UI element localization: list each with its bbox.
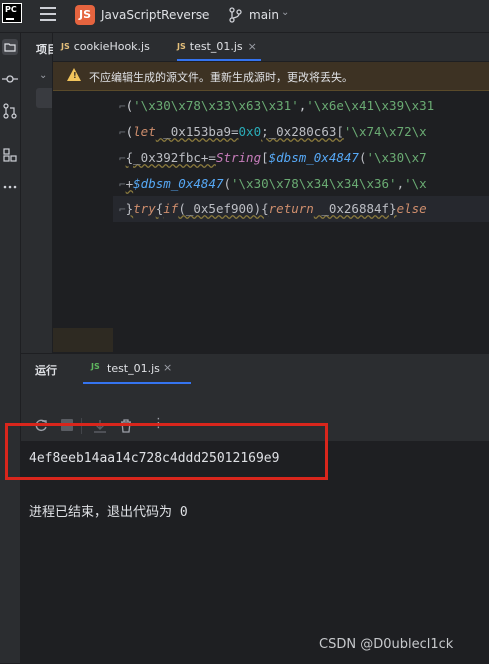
code-line[interactable]: ⌐+$dbsm_0x4847('\x30\x78\x34\x34\x36','\…	[119, 173, 427, 195]
logo-text: PC	[5, 5, 17, 14]
code-line[interactable]: ⌐(let _0x153ba9=0x0;_0x280c63['\x74\x72\…	[119, 121, 427, 143]
project-panel	[21, 33, 53, 353]
project-tree-selection[interactable]	[36, 88, 52, 108]
structure-icon[interactable]	[2, 147, 18, 163]
commit-icon[interactable]	[2, 71, 18, 87]
project-badge[interactable]: JS	[75, 5, 95, 25]
tab-test-01[interactable]: JS test_01.js ×	[177, 33, 261, 61]
run-tab-label: test_01.js	[107, 362, 160, 375]
nodejs-icon: JS	[91, 362, 100, 371]
run-tabs: 运行 JS test_01.js ×	[21, 354, 489, 384]
tab-label: cookieHook.js	[73, 40, 150, 53]
js-file-icon: JS	[61, 42, 70, 51]
close-icon[interactable]: ×	[248, 40, 257, 53]
code-line[interactable]: ⌐('\x30\x78\x33\x63\x31','\x6e\x41\x39\x…	[119, 95, 434, 117]
chevron-down-icon[interactable]: ⌄	[198, 7, 206, 18]
run-panel-title[interactable]: 运行	[35, 362, 57, 378]
exit-message: 进程已结束，退出代码为 0	[29, 505, 188, 520]
code-editor[interactable]: ⌐('\x30\x78\x33\x63\x31','\x6e\x41\x39\x…	[53, 91, 489, 352]
tab-label: test_01.js	[189, 40, 243, 53]
title-bar: PC JS JavaScriptReverse ⌄ main ⌄	[0, 0, 489, 33]
highlight-box	[5, 423, 328, 480]
warning-icon: !	[67, 68, 81, 81]
warning-text: 不应编辑生成的源文件。重新生成源时，更改将丢失。	[89, 71, 353, 84]
chevron-down-icon[interactable]: ⌄	[39, 70, 47, 81]
more-tools-icon[interactable]	[2, 179, 18, 195]
folder-icon[interactable]	[2, 39, 18, 55]
project-panel-title[interactable]: 项目	[36, 41, 54, 57]
chevron-down-icon[interactable]: ⌄	[281, 7, 289, 18]
pycharm-logo[interactable]: PC	[2, 3, 22, 23]
code-line[interactable]: ⌐{_0x392fbc+=String[$dbsm_0x4847('\x30\x…	[119, 147, 427, 169]
branch-icon[interactable]	[228, 7, 242, 23]
project-name[interactable]: JavaScriptReverse	[101, 8, 209, 22]
tool-window-bar	[0, 33, 21, 663]
run-tab-test-01[interactable]: JS test_01.js ×	[83, 354, 191, 384]
editor-gutter	[53, 91, 113, 352]
gutter-highlight	[53, 328, 113, 352]
run-panel: 运行 JS test_01.js × 4ef8eeb14aa14c728c4dd…	[21, 353, 489, 664]
editor-tabs: JS cookieHook.js JS test_01.js ×	[53, 33, 489, 62]
branch-name[interactable]: main	[249, 8, 279, 22]
main-menu-icon[interactable]	[40, 7, 56, 21]
generated-file-warning: ! 不应编辑生成的源文件。重新生成源时，更改将丢失。	[53, 62, 489, 91]
tab-cookiehook[interactable]: JS cookieHook.js	[61, 33, 150, 61]
close-icon[interactable]: ×	[163, 361, 172, 374]
pull-request-icon[interactable]	[2, 103, 18, 119]
code-line[interactable]: ⌐}try{if(_0x5ef900){return _0x26884f}els…	[119, 198, 427, 220]
js-file-icon: JS	[177, 42, 186, 51]
watermark: CSDN @D0ublecl1ck	[319, 637, 454, 652]
